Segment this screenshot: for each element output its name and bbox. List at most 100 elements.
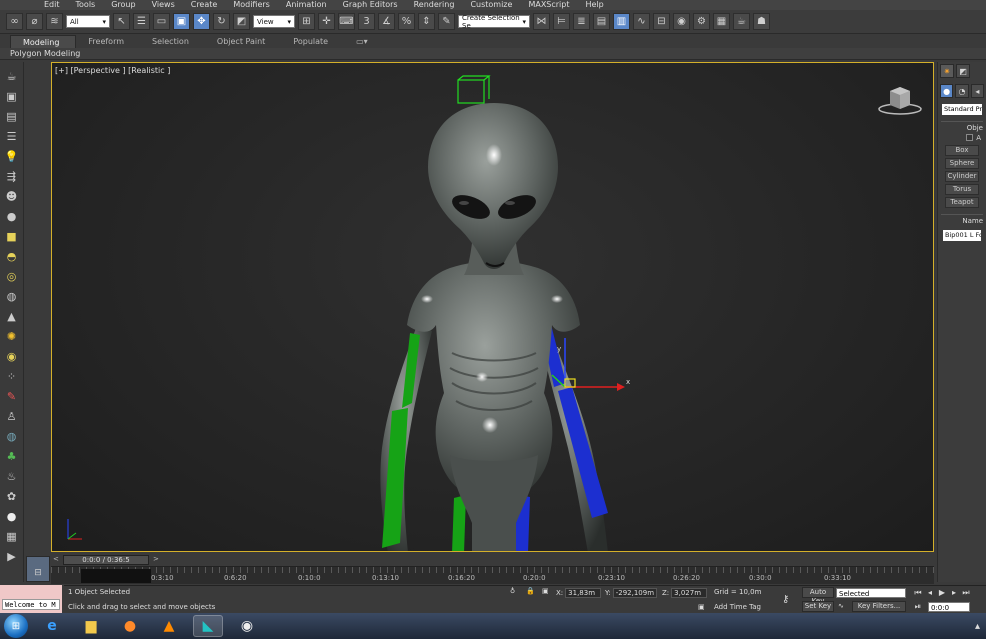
selection-lock-icon[interactable]: 🔒 <box>526 587 535 595</box>
sphere-icon[interactable]: ● <box>4 208 20 224</box>
shapes-icon[interactable]: ◔ <box>955 84 969 98</box>
dome-icon[interactable]: ◓ <box>4 248 20 264</box>
key-mode-dropdown[interactable]: Selected <box>836 588 906 598</box>
pivot-center-icon[interactable]: ⊞ <box>298 13 315 30</box>
spinner-snap-icon[interactable]: ⇕ <box>418 13 435 30</box>
reference-coordinate-dropdown[interactable]: View <box>253 15 295 28</box>
set-key-mode-icon[interactable]: ⚷ <box>782 594 789 605</box>
next-frame-icon[interactable]: ▸ <box>949 588 959 598</box>
cone-icon[interactable]: ▲ <box>4 308 20 324</box>
ribbon-toggle-icon[interactable]: ▥ <box>613 13 630 30</box>
menu-customize[interactable]: Customize <box>462 0 520 10</box>
object-type-rollout-title[interactable]: Obje <box>941 122 983 134</box>
internet-explorer-icon[interactable]: e <box>37 615 67 637</box>
play-icon[interactable]: ▶ <box>4 548 20 564</box>
material-editor-icon[interactable]: ◉ <box>673 13 690 30</box>
add-time-tag-button[interactable]: Add Time Tag <box>714 603 761 611</box>
plant-icon[interactable]: ♣ <box>4 448 20 464</box>
panel-icon[interactable]: ▤ <box>4 108 20 124</box>
select-and-rotate-icon[interactable]: ↻ <box>213 13 230 30</box>
sphere-white-icon[interactable]: ● <box>4 508 20 524</box>
teapot-button[interactable]: Teapot <box>945 197 979 208</box>
snap-toggle-icon[interactable]: 3 <box>358 13 375 30</box>
current-frame-field[interactable]: 0:0:0 <box>928 602 970 612</box>
autogrid-checkbox[interactable]: A <box>941 134 983 143</box>
bind-spacewarp-icon[interactable]: ≋ <box>46 13 63 30</box>
file-explorer-icon[interactable]: ▆ <box>76 615 106 637</box>
unlink-icon[interactable]: ⌀ <box>26 13 43 30</box>
select-and-scale-icon[interactable]: ◩ <box>233 13 250 30</box>
select-region-icon[interactable]: ▭ <box>153 13 170 30</box>
crowd-icon[interactable]: ♙ <box>4 408 20 424</box>
system-tray-icon[interactable]: ▴ <box>975 621 980 632</box>
isolate-selection-icon[interactable]: ♁ <box>510 587 515 595</box>
menu-create[interactable]: Create <box>183 0 226 10</box>
absolute-mode-icon[interactable]: ▣ <box>542 587 549 595</box>
menu-maxscript[interactable]: MAXScript <box>520 0 577 10</box>
shell-icon[interactable]: ✿ <box>4 488 20 504</box>
light-icon[interactable]: 💡 <box>4 148 20 164</box>
maxscript-listener[interactable]: Welcome to M <box>0 585 62 613</box>
primitive-category-dropdown[interactable]: Standard Prim <box>942 104 982 115</box>
maxscript-input[interactable]: Welcome to M <box>2 599 60 610</box>
head-bone-box[interactable] <box>457 75 491 104</box>
key-filters-button[interactable]: Key Filters... <box>852 601 906 612</box>
render-setup-icon[interactable]: ⚙ <box>693 13 710 30</box>
go-to-end-icon[interactable]: ⏭ <box>961 588 971 598</box>
ribbon-panel-label[interactable]: Polygon Modeling <box>0 48 90 59</box>
play-animation-icon[interactable]: ▶ <box>937 588 947 598</box>
name-rollout-title[interactable]: Name <box>941 215 983 227</box>
menu-graph-editors[interactable]: Graph Editors <box>335 0 406 10</box>
track-bar[interactable]: 0:3:10 0:6:20 0:10:0 0:13:10 0:16:20 0:2… <box>51 566 934 584</box>
sphere-button[interactable]: Sphere <box>945 158 979 169</box>
prev-frame-arrow-icon[interactable]: < <box>53 555 59 563</box>
time-slider[interactable]: < 0:0:0 / 0:36:5 > <box>51 554 934 565</box>
paint-icon[interactable]: ✎ <box>4 388 20 404</box>
next-frame-arrow-icon[interactable]: > <box>153 555 159 563</box>
menu-rendering[interactable]: Rendering <box>406 0 463 10</box>
window-crossing-icon[interactable]: ▣ <box>173 13 190 30</box>
select-object-icon[interactable]: ↖ <box>113 13 130 30</box>
box-button[interactable]: Box <box>945 145 979 156</box>
menu-edit[interactable]: Edit <box>36 0 68 10</box>
alien-character-model[interactable]: x y <box>52 63 934 552</box>
hair-icon[interactable]: ♨ <box>4 468 20 484</box>
cylinder-button[interactable]: Cylinder <box>945 171 979 182</box>
menu-modifiers[interactable]: Modifiers <box>225 0 278 10</box>
geometry-icon[interactable]: ● <box>940 84 954 98</box>
menu-animation[interactable]: Animation <box>278 0 335 10</box>
helper-icon[interactable]: ⇶ <box>4 168 20 184</box>
particles-icon[interactable]: ⁘ <box>4 368 20 384</box>
vlc-icon[interactable]: ▲ <box>154 615 184 637</box>
tab-populate[interactable]: Populate <box>281 35 344 48</box>
time-slider-thumb[interactable]: 0:0:0 / 0:36:5 <box>63 555 149 565</box>
cube-yellow-icon[interactable]: ■ <box>4 228 20 244</box>
layer-manager-icon[interactable]: ≣ <box>573 13 590 30</box>
menu-help[interactable]: Help <box>578 0 612 10</box>
torus-icon[interactable]: ◍ <box>4 288 20 304</box>
x-coordinate-field[interactable]: 31,83m <box>565 588 602 598</box>
rendered-frame-icon[interactable]: ▦ <box>713 13 730 30</box>
tab-modeling[interactable]: Modeling <box>10 34 77 49</box>
mini-curve-editor-icon[interactable]: ⊟ <box>26 568 50 584</box>
y-coordinate-field[interactable]: -292,109m <box>612 588 658 598</box>
key-mode-toggle-icon[interactable]: ⏯ <box>913 602 923 612</box>
select-manipulate-icon[interactable]: ✛ <box>318 13 335 30</box>
perspective-viewport[interactable]: [+] [Perspective ] [Realistic ] x y <box>51 62 934 552</box>
calculator-icon[interactable]: ▦ <box>4 528 20 544</box>
menu-tools[interactable]: Tools <box>68 0 104 10</box>
align-icon[interactable]: ⊨ <box>553 13 570 30</box>
mirror-icon[interactable]: ⋈ <box>533 13 550 30</box>
media-player-icon[interactable]: ◉ <box>232 615 262 637</box>
create-tab-icon[interactable]: ✷ <box>940 64 954 78</box>
named-selection-dropdown[interactable]: Create Selection Se <box>458 14 530 30</box>
curve-editor-icon[interactable]: ∿ <box>633 13 650 30</box>
angle-snap-icon[interactable]: ∡ <box>378 13 395 30</box>
edit-named-selection-icon[interactable]: ✎ <box>438 13 455 30</box>
previous-frame-icon[interactable]: ◂ <box>925 588 935 598</box>
set-key-button[interactable]: Set Key <box>802 601 834 612</box>
render-production-icon[interactable]: ☕ <box>733 13 750 30</box>
schematic-view-icon[interactable]: ⊟ <box>653 13 670 30</box>
render-iterative-icon[interactable]: ☗ <box>753 13 770 30</box>
tab-freeform[interactable]: Freeform <box>76 35 140 48</box>
